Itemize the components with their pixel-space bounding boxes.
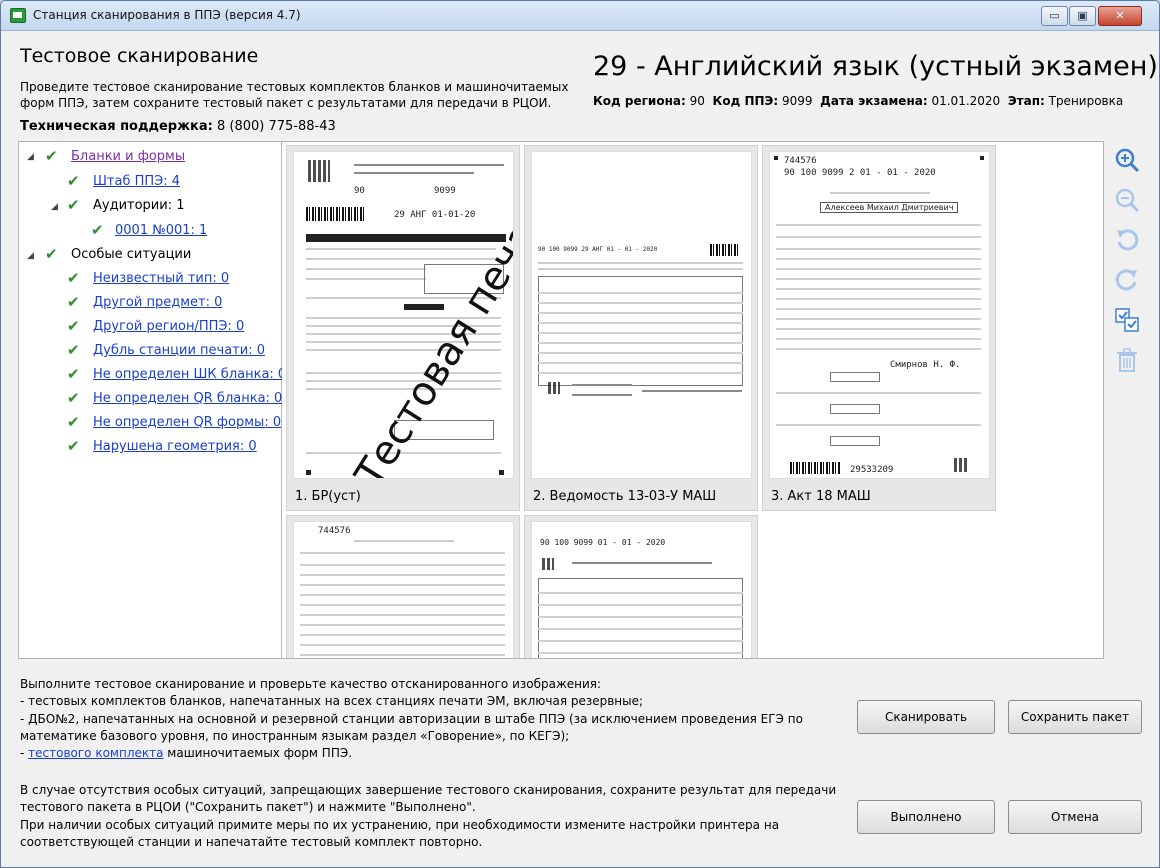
- tree-item-special-2[interactable]: Другой регион/ППЭ: 0: [93, 319, 244, 334]
- ppe-value: 9099: [781, 94, 813, 108]
- cancel-button[interactable]: Отмена: [1008, 800, 1142, 834]
- page-text: 90 100 9099 01 - 01 - 2020: [540, 538, 666, 547]
- zoom-out-icon[interactable]: [1113, 186, 1141, 214]
- check-icon: ✔: [67, 437, 80, 455]
- maximize-button[interactable]: ▣: [1069, 6, 1096, 26]
- scan-button[interactable]: Сканировать: [857, 700, 995, 734]
- instruction-suffix: машиночитаемых форм ППЭ.: [163, 746, 353, 761]
- main-window: Станция сканирования в ППЭ (версия 4.7) …: [0, 0, 1160, 868]
- tree-item-special-0[interactable]: Неизвестный тип: 0: [93, 271, 229, 286]
- instructions-text: Выполните тестовое сканирование и провер…: [20, 676, 830, 762]
- tree-item-special-6[interactable]: Не определен QR формы: 0: [93, 415, 281, 430]
- instruction-line: - тестового комплекта машиночитаемых фор…: [20, 745, 830, 762]
- check-icon: ✔: [45, 245, 58, 263]
- page-text: 744576: [318, 526, 351, 536]
- rotate-left-icon[interactable]: [1113, 226, 1141, 254]
- support-line: Техническая поддержка: 8 (800) 775-88-43: [20, 119, 336, 134]
- check-icon: ✔: [67, 341, 80, 359]
- exam-meta: Код региона: 90 Код ППЭ: 9099 Дата экзам…: [593, 94, 1123, 108]
- date-label: Дата экзамена:: [820, 94, 928, 108]
- tree-item-forms[interactable]: Бланки и формы: [71, 149, 185, 164]
- tree-item-special-7[interactable]: Нарушена геометрия: 0: [93, 439, 257, 454]
- page-text: 90 100 9099 2 01 - 01 - 2020: [784, 168, 936, 178]
- tree-panel[interactable]: ◢ ✔ Бланки и формы ✔ Штаб ППЭ: 4 ◢ ✔ Ауд…: [18, 141, 286, 659]
- check-icon: ✔: [45, 147, 58, 165]
- check-icon: ✔: [67, 293, 80, 311]
- region-value: 90: [689, 94, 705, 108]
- app-icon: [10, 8, 26, 23]
- expand-arrow-icon[interactable]: ◢: [51, 202, 58, 212]
- instruction-line: В случае отсутствия особых ситуаций, зап…: [20, 783, 837, 815]
- thumbnail-card[interactable]: 90 100 9099 29 АНГ 01 - 01 - 2020 2. Вед…: [524, 145, 758, 511]
- region-label: Код региона:: [593, 94, 686, 108]
- minimize-button[interactable]: ▭: [1041, 6, 1068, 26]
- rotate-right-icon[interactable]: [1113, 266, 1141, 294]
- scanned-page-image: 744576: [293, 521, 514, 658]
- exam-title: 29 - Английский язык (устный экзамен): [593, 51, 1158, 82]
- check-icon: ✔: [67, 196, 80, 214]
- scanned-page-image: 744576 90 100 9099 2 01 - 01 - 2020 Алек…: [769, 151, 990, 479]
- instruction-line: - тестовых комплектов бланков, напечатан…: [20, 694, 644, 709]
- tree-item-auditoriums[interactable]: Аудитории: 1: [93, 198, 184, 213]
- page-text: 744576: [784, 156, 817, 166]
- thumbnail-card[interactable]: 744576: [286, 515, 520, 658]
- page-text: 90 100 9099 29 АНГ 01 - 01 - 2020: [538, 246, 658, 253]
- check-icon: ✔: [67, 389, 80, 407]
- check-icon: ✔: [67, 269, 80, 287]
- expand-arrow-icon[interactable]: ◢: [27, 152, 34, 162]
- support-phone: 8 (800) 775-88-43: [216, 119, 336, 134]
- stage-value: Тренировка: [1048, 94, 1124, 108]
- page-description: Проведите тестовое сканирование тестовых…: [20, 80, 569, 110]
- page-text: Смирнов Н. Ф.: [890, 360, 961, 370]
- page-text: 90: [354, 186, 365, 196]
- thumbnail-card[interactable]: 744576 90 100 9099 2 01 - 01 - 2020 Алек…: [762, 145, 996, 511]
- select-all-icon[interactable]: [1113, 306, 1141, 334]
- instruction-line: При наличии особых ситуаций примите меры…: [20, 817, 780, 849]
- ppe-label: Код ППЭ:: [712, 94, 779, 108]
- date-value: 01.01.2020: [931, 94, 1001, 108]
- tree-item-special-4[interactable]: Не определен ШК бланка: 0: [93, 367, 286, 382]
- close-button[interactable]: ✕: [1098, 6, 1142, 26]
- check-icon: ✔: [67, 413, 80, 431]
- thumbnail-card[interactable]: 90 9099 29 АНГ 01-01-20 Тестовая печать …: [286, 145, 520, 511]
- done-button[interactable]: Выполнено: [857, 800, 995, 834]
- window-title: Станция сканирования в ППЭ (версия 4.7): [33, 8, 301, 22]
- zoom-in-icon[interactable]: [1113, 146, 1141, 174]
- test-kit-link[interactable]: тестового комплекта: [28, 746, 163, 760]
- check-icon: ✔: [67, 317, 80, 335]
- title-bar[interactable]: Станция сканирования в ППЭ (версия 4.7) …: [1, 1, 1159, 31]
- thumbnail-grid[interactable]: 90 9099 29 АНГ 01-01-20 Тестовая печать …: [282, 141, 1104, 659]
- tree-item-special-3[interactable]: Дубль станции печати: 0: [93, 343, 265, 358]
- tree-item-hq[interactable]: Штаб ППЭ: 4: [93, 174, 180, 189]
- check-icon: ✔: [91, 221, 104, 239]
- check-icon: ✔: [67, 365, 80, 383]
- tree-item-aud1[interactable]: 0001 №001: 1: [115, 223, 207, 238]
- page-title: Тестовое сканирование: [20, 45, 259, 67]
- instruction-prefix: -: [20, 746, 29, 761]
- thumbnail-caption: 3. Акт 18 МАШ: [771, 489, 871, 504]
- thumbnail-caption: 1. БР(уст): [295, 489, 361, 504]
- tree-item-special-5[interactable]: Не определен QR бланка: 0: [93, 391, 282, 406]
- scanned-page-image: 90 100 9099 01 - 01 - 2020: [531, 521, 752, 658]
- scanned-page-image: 90 100 9099 29 АНГ 01 - 01 - 2020: [531, 151, 752, 479]
- tree-item-special-1[interactable]: Другой предмет: 0: [93, 295, 222, 310]
- page-text: 29533209: [850, 465, 894, 475]
- thumbnail-caption: 2. Ведомость 13-03-У МАШ: [533, 489, 717, 504]
- check-icon: ✔: [67, 172, 80, 190]
- instruction-line: - ДБО№2, напечатанных на основной и резе…: [20, 711, 803, 743]
- instruction-line: Выполните тестовое сканирование и провер…: [20, 677, 602, 691]
- stage-label: Этап:: [1007, 94, 1045, 108]
- page-text: Алексеев Михаил Дмитриевич: [820, 202, 959, 213]
- completion-text: В случае отсутствия особых ситуаций, зап…: [20, 782, 850, 851]
- delete-icon[interactable]: [1113, 346, 1141, 374]
- expand-arrow-icon[interactable]: ◢: [27, 251, 34, 261]
- thumbnail-card[interactable]: 90 100 9099 01 - 01 - 2020: [524, 515, 758, 658]
- save-package-button[interactable]: Сохранить пакет: [1008, 700, 1142, 734]
- tree-item-special[interactable]: Особые ситуации: [71, 247, 191, 262]
- page-text: 9099: [434, 186, 456, 196]
- page-text: 29 АНГ 01-01-20: [394, 210, 476, 220]
- scanned-page-image: 90 9099 29 АНГ 01-01-20 Тестовая печать: [293, 151, 514, 479]
- support-label: Техническая поддержка:: [20, 119, 213, 134]
